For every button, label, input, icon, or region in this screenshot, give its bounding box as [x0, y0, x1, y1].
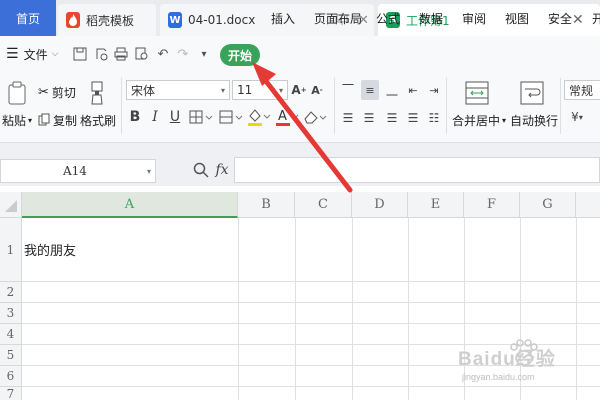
watermark-brand: Baidu经验 [458, 349, 556, 370]
baidu-watermark: Baidu经验 jingyan.baidu.com [454, 336, 594, 388]
watermark-url: jingyan.baidu.com [462, 372, 535, 382]
